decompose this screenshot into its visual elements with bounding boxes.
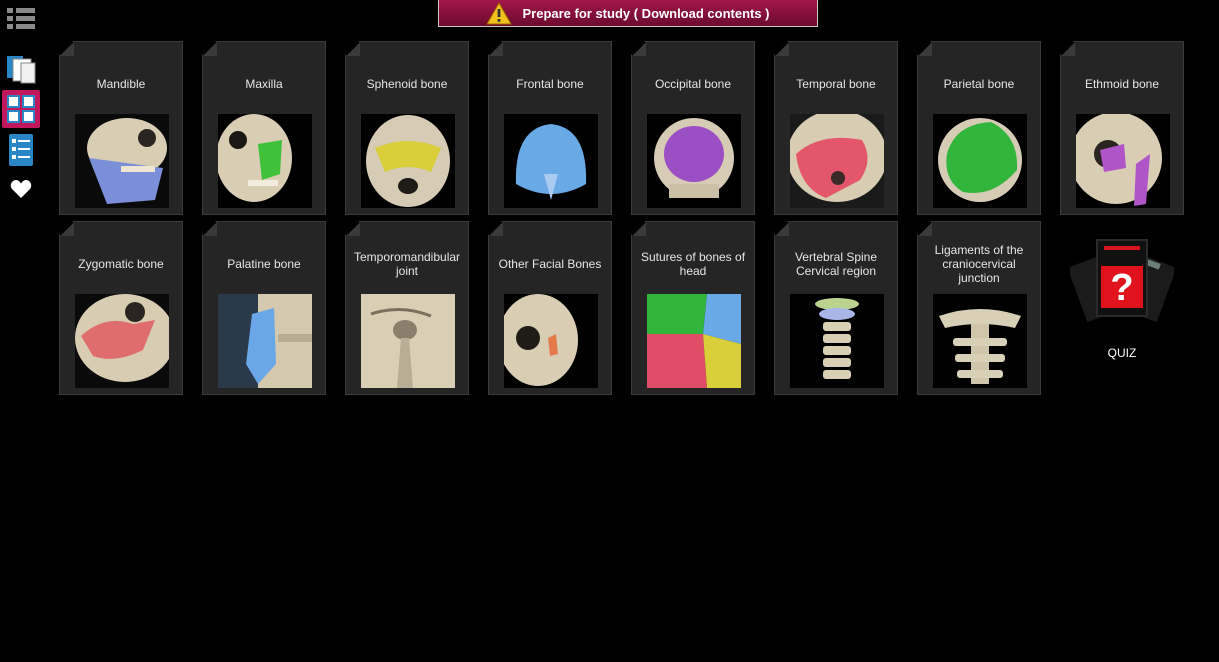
- quiz-label: QUIZ: [1107, 346, 1137, 360]
- card-ligaments-craniocervical-junction[interactable]: Ligaments of the craniocervical junction: [917, 221, 1041, 395]
- card-fold: [632, 222, 646, 236]
- card-temporal-bone[interactable]: Temporal bone: [774, 41, 898, 215]
- occipital-bone-thumbnail: [647, 114, 741, 208]
- card-sutures-of-bones-of-head[interactable]: Sutures of bones of head: [631, 221, 755, 395]
- download-contents-banner[interactable]: Prepare for study ( Download contents ): [438, 0, 818, 27]
- temporal-bone-thumbnail: [790, 114, 884, 208]
- menu-list-icon[interactable]: [2, 4, 40, 34]
- card-fold: [60, 42, 74, 56]
- card-fold: [489, 222, 503, 236]
- card-fold: [918, 42, 932, 56]
- card-sphenoid-bone[interactable]: Sphenoid bone: [345, 41, 469, 215]
- quiz-cards-icon: ?: [1067, 239, 1177, 323]
- card-title: Other Facial Bones: [498, 257, 602, 271]
- banner-label: Prepare for study ( Download contents ): [522, 5, 770, 21]
- favorites-heart-icon[interactable]: [2, 176, 40, 202]
- card-fold: [60, 222, 74, 236]
- card-fold: [489, 42, 503, 56]
- card-fold: [775, 42, 789, 56]
- card-title: Zygomatic bone: [78, 257, 164, 271]
- card-vertebral-spine-cervical-region[interactable]: Vertebral Spine Cervical region: [774, 221, 898, 395]
- card-maxilla[interactable]: Maxilla: [202, 41, 326, 215]
- sphenoid-bone-thumbnail: [361, 114, 455, 208]
- card-fold: [918, 222, 932, 236]
- card-title: Temporomandibular joint: [353, 250, 461, 278]
- other-facial-bones-thumbnail: [504, 294, 598, 388]
- card-palatine-bone[interactable]: Palatine bone: [202, 221, 326, 395]
- card-fold: [203, 222, 217, 236]
- card-mandible[interactable]: Mandible: [59, 41, 183, 215]
- parietal-bone-thumbnail: [933, 114, 1027, 208]
- list-view-icon[interactable]: [2, 132, 40, 168]
- card-ethmoid-bone[interactable]: Ethmoid bone: [1060, 41, 1184, 215]
- sutures-of-bones-of-head-thumbnail: [647, 294, 741, 388]
- card-other-facial-bones[interactable]: Other Facial Bones: [488, 221, 612, 395]
- card-fold: [632, 42, 646, 56]
- card-zygomatic-bone[interactable]: Zygomatic bone: [59, 221, 183, 395]
- card-title: Frontal bone: [516, 77, 584, 91]
- left-toolbar: [0, 0, 42, 662]
- palatine-bone-thumbnail: [218, 294, 312, 388]
- card-frontal-bone[interactable]: Frontal bone: [488, 41, 612, 215]
- card-fold: [775, 222, 789, 236]
- mandible-thumbnail: [75, 114, 169, 208]
- quiz-button[interactable]: ? QUIZ: [1067, 236, 1177, 366]
- card-title: Parietal bone: [943, 77, 1015, 91]
- library-books-icon[interactable]: [2, 50, 40, 86]
- vertebral-spine-thumbnail: [790, 294, 884, 388]
- maxilla-thumbnail: [218, 114, 312, 208]
- card-title: Mandible: [96, 77, 146, 91]
- card-fold: [346, 222, 360, 236]
- card-title: Temporal bone: [796, 77, 876, 91]
- card-title: Ethmoid bone: [1084, 77, 1160, 91]
- card-fold: [1061, 42, 1075, 56]
- temporomandibular-joint-thumbnail: [361, 294, 455, 388]
- svg-text:?: ?: [1110, 267, 1133, 309]
- zygomatic-bone-thumbnail: [75, 294, 169, 388]
- frontal-bone-thumbnail: [504, 114, 598, 208]
- card-title: Occipital bone: [654, 77, 732, 91]
- ethmoid-bone-thumbnail: [1076, 114, 1170, 208]
- card-title: Sphenoid bone: [366, 77, 448, 91]
- card-title: Vertebral Spine Cervical region: [794, 250, 878, 278]
- card-title: Palatine bone: [227, 257, 301, 271]
- card-fold: [346, 42, 360, 56]
- grid-view-icon[interactable]: [2, 90, 40, 128]
- card-occipital-bone[interactable]: Occipital bone: [631, 41, 755, 215]
- ligaments-thumbnail: [933, 294, 1027, 388]
- card-title: Sutures of bones of head: [640, 250, 746, 278]
- card-fold: [203, 42, 217, 56]
- card-temporomandibular-joint[interactable]: Temporomandibular joint: [345, 221, 469, 395]
- warning-icon: [486, 1, 513, 24]
- card-parietal-bone[interactable]: Parietal bone: [917, 41, 1041, 215]
- card-title: Maxilla: [245, 77, 283, 91]
- card-title: Ligaments of the craniocervical junction: [934, 243, 1024, 285]
